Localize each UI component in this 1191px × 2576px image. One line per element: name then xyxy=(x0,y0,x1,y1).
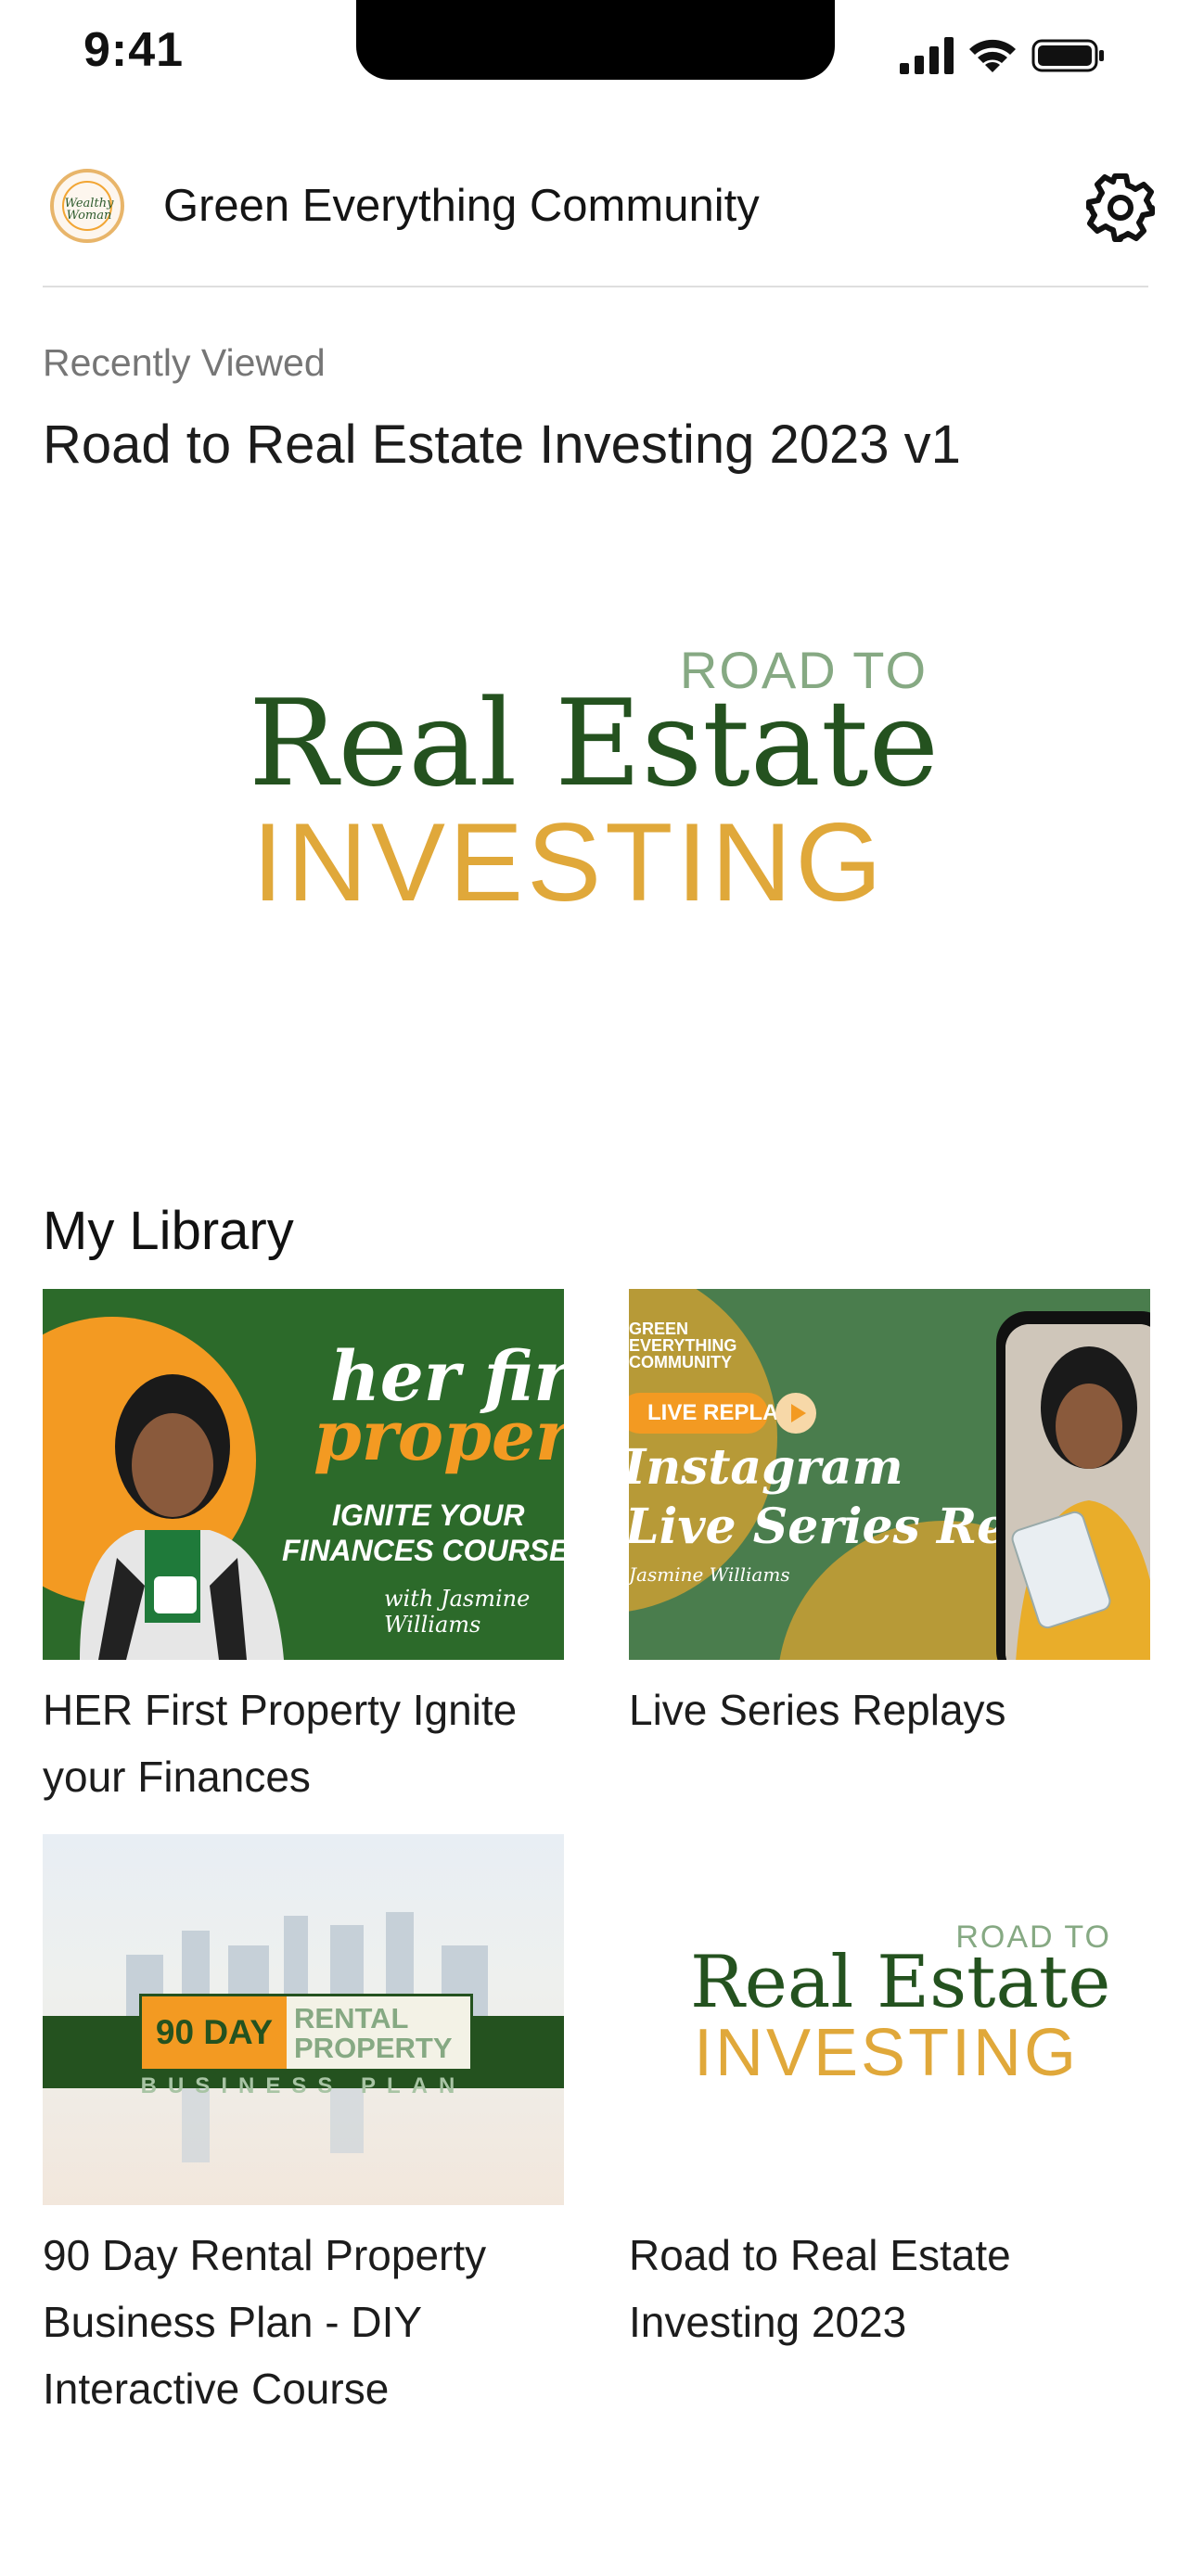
thumb-signature: Jasmine Williams xyxy=(629,1563,790,1586)
signal-icon xyxy=(900,37,954,74)
instructor-photo xyxy=(1005,1324,1150,1660)
skyline-building xyxy=(182,2088,210,2162)
course-thumbnail[interactable]: ROAD TO Real Estate INVESTING xyxy=(629,1834,1150,2205)
library-item[interactable]: ROAD TO Real Estate INVESTING Road to Re… xyxy=(629,1834,1150,2355)
library-item-title[interactable]: Live Series Replays xyxy=(629,1677,1150,1743)
library-item-title[interactable]: HER First Property Ignite your Finances xyxy=(43,1677,564,1810)
gear-icon[interactable] xyxy=(1083,171,1158,245)
avatar-logo-text: Wealthy Woman xyxy=(64,197,114,223)
phone-mockup xyxy=(996,1311,1150,1660)
recently-viewed-label: Recently Viewed xyxy=(43,341,326,384)
play-icon xyxy=(775,1393,816,1434)
thumb-title-box: 90 DAY RENTAL PROPERTY xyxy=(139,1994,473,2072)
thumb-90-day-badge: 90 DAY xyxy=(142,1996,287,2069)
phone-screen-photo xyxy=(1005,1324,1150,1660)
banner-logo-real-estate: Real Estate xyxy=(249,675,940,813)
header-divider xyxy=(43,286,1148,287)
avatar-logo: Wealthy Woman xyxy=(62,181,114,231)
community-avatar[interactable]: Wealthy Woman xyxy=(50,169,124,243)
thumb-text-property: property xyxy=(314,1396,564,1476)
recently-viewed-banner[interactable]: ROAD TO Real Estate INVESTING xyxy=(43,519,1148,1039)
thumb-logo-investing: INVESTING xyxy=(694,2016,1080,2090)
thumb-text-rental: RENTAL xyxy=(294,2002,409,2034)
status-time: 9:41 xyxy=(83,23,185,77)
course-thumbnail[interactable]: 90 DAY RENTAL PROPERTY BUSINESS PLAN xyxy=(43,1834,564,2205)
thumb-text-business-plan: BUSINESS PLAN xyxy=(140,2073,467,2098)
course-thumbnail[interactable]: GREEN EVERYTHING COMMUNITY LIVE REPLAY I… xyxy=(629,1289,1150,1660)
library-item-title[interactable]: Road to Real Estate Investing 2023 xyxy=(629,2222,1150,2355)
app-screen: 9:41 Wealthy Woman Green Everything Comm… xyxy=(0,0,1191,2576)
thumb-text-instagram: Instagram xyxy=(629,1439,903,1496)
community-title: Green Everything Community xyxy=(163,181,760,231)
thumb-brand-text: GREEN EVERYTHING COMMUNITY xyxy=(629,1320,737,1371)
library-item[interactable]: her first property IGNITE YOUR FINANCES … xyxy=(43,1289,564,1810)
app-header: Wealthy Woman Green Everything Community xyxy=(0,158,1191,287)
battery-icon xyxy=(1031,39,1104,72)
library-item-title[interactable]: 90 Day Rental Property Business Plan - D… xyxy=(43,2222,564,2422)
wifi-icon xyxy=(969,39,1016,72)
library-item[interactable]: 90 DAY RENTAL PROPERTY BUSINESS PLAN 90 … xyxy=(43,1834,564,2422)
thumb-text-finances: FINANCES COURSE xyxy=(282,1534,564,1567)
thumb-logo-real-estate: Real Estate xyxy=(690,1941,1111,2024)
status-bar: 9:41 xyxy=(0,0,1191,111)
recently-viewed-title[interactable]: Road to Real Estate Investing 2023 v1 xyxy=(43,414,961,476)
instructor-photo xyxy=(80,1374,284,1660)
library-item[interactable]: GREEN EVERYTHING COMMUNITY LIVE REPLAY I… xyxy=(629,1289,1150,1743)
course-thumbnail[interactable]: her first property IGNITE YOUR FINANCES … xyxy=(43,1289,564,1660)
thumb-text-property: PROPERTY xyxy=(294,2032,453,2064)
library-heading: My Library xyxy=(43,1201,294,1261)
thumb-signature: with Jasmine Williams xyxy=(384,1586,531,1638)
thumb-text-ignite: IGNITE YOUR xyxy=(332,1498,525,1532)
device-notch xyxy=(356,0,835,80)
banner-logo-investing: INVESTING xyxy=(252,800,886,925)
live-replay-pill: LIVE REPLAY xyxy=(629,1393,791,1434)
